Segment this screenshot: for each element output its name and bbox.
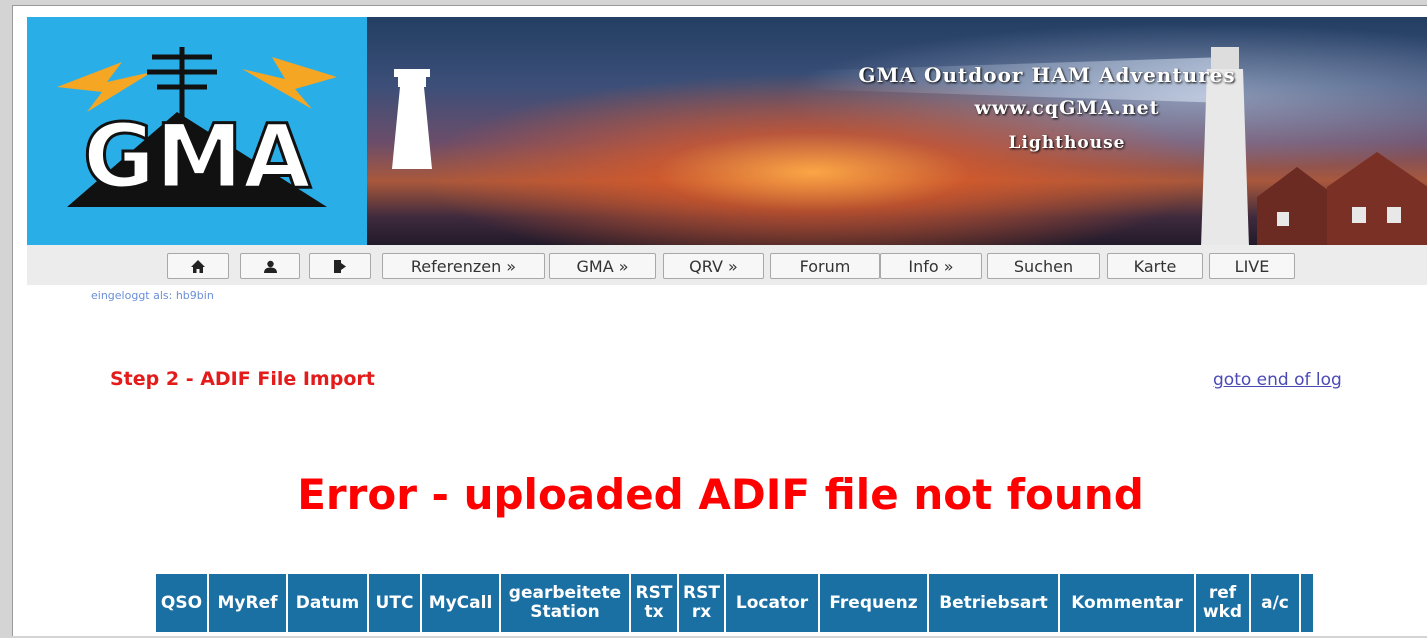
column-header-rst-rx: RST rx [679, 574, 726, 632]
home-button[interactable] [167, 253, 229, 279]
column-header-datum: Datum [288, 574, 369, 632]
logo-text: GMA [83, 105, 311, 208]
column-header-ac: a/c [1251, 574, 1301, 632]
nav-forum[interactable]: Forum [770, 253, 880, 279]
user-icon [263, 260, 277, 273]
logout-button[interactable] [309, 253, 371, 279]
banner-title: GMA Outdoor HAM Adventures [858, 63, 1236, 87]
logout-icon [334, 259, 346, 273]
column-header-kommentar: Kommentar [1060, 574, 1196, 632]
nav-qrv[interactable]: QRV » [663, 253, 764, 279]
gma-logo[interactable]: GMA [27, 17, 367, 245]
nav-karte[interactable]: Karte [1107, 253, 1203, 279]
gma-logo-graphic: GMA [57, 47, 337, 210]
lighthouse-sky-image: GMA Outdoor HAM Adventures www.cqGMA.net… [367, 17, 1427, 245]
log-table-header: QSO MyRef Datum UTC MyCall gearbeitete S… [156, 574, 1313, 632]
column-header-utc: UTC [369, 574, 422, 632]
login-status: eingeloggt als: hb9bin [91, 289, 214, 302]
nav-referenzen[interactable]: Referenzen » [382, 253, 545, 279]
lightning-right-icon [242, 57, 337, 109]
column-header-myref: MyRef [209, 574, 288, 632]
error-message: Error - uploaded ADIF file not found [297, 470, 1144, 519]
nav-info[interactable]: Info » [880, 253, 982, 279]
column-header-extra [1301, 574, 1313, 632]
column-header-locator: Locator [726, 574, 820, 632]
nav-live[interactable]: LIVE [1209, 253, 1295, 279]
page: GMA GMA Outdoor HAM Adventures www.cqGMA… [12, 5, 1427, 636]
profile-button[interactable] [240, 253, 300, 279]
column-header-qso: QSO [156, 574, 209, 632]
column-header-rst-tx: RST tx [631, 574, 679, 632]
column-header-gearbeitete-station: gearbeitete Station [501, 574, 631, 632]
nav-gma[interactable]: GMA » [549, 253, 656, 279]
column-header-frequenz: Frequenz [820, 574, 929, 632]
column-header-mycall: MyCall [422, 574, 501, 632]
lighthouse-icon [392, 69, 432, 169]
goto-end-of-log-link[interactable]: goto end of log [1213, 370, 1342, 390]
houses-image [1257, 152, 1427, 245]
main-nav: Referenzen » GMA » QRV » Forum Info » Su… [27, 245, 1427, 285]
column-header-ref-wkd: ref wkd [1196, 574, 1251, 632]
site-banner[interactable]: GMA GMA Outdoor HAM Adventures www.cqGMA… [27, 17, 1427, 245]
nav-suchen[interactable]: Suchen [987, 253, 1100, 279]
page-title: Step 2 - ADIF File Import [110, 368, 375, 390]
column-header-betriebsart: Betriebsart [929, 574, 1060, 632]
banner-url: www.cqGMA.net [974, 97, 1160, 119]
home-icon [191, 259, 205, 273]
banner-subtitle: Lighthouse [1008, 133, 1126, 153]
